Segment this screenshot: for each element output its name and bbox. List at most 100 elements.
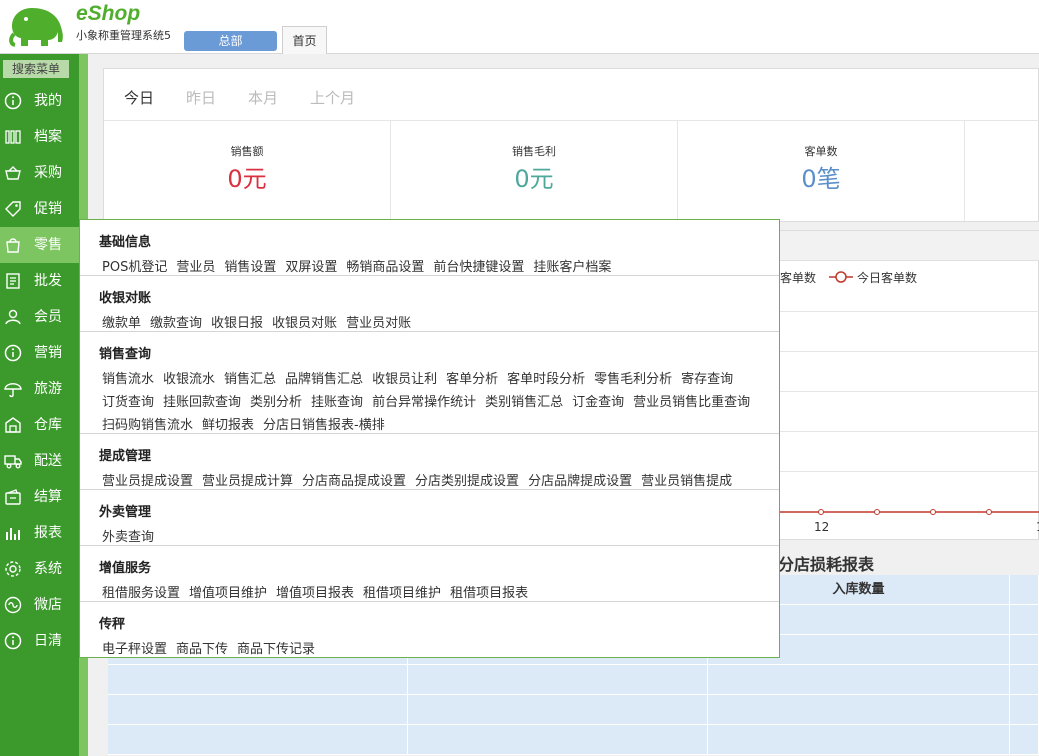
menu-item[interactable]: 扫码购销售流水 bbox=[102, 418, 193, 433]
table-cell bbox=[708, 665, 1010, 695]
menu-item[interactable]: 商品下传 bbox=[176, 642, 228, 657]
menu-item[interactable]: 租借项目报表 bbox=[450, 586, 528, 601]
user-icon bbox=[5, 309, 21, 325]
menu-item[interactable]: 缴款单 bbox=[102, 316, 141, 331]
menu-item[interactable]: 订金查询 bbox=[572, 395, 624, 410]
sidebar-item-0[interactable]: 我的 bbox=[0, 83, 79, 119]
menu-item[interactable]: 营业员销售比重查询 bbox=[633, 395, 750, 410]
info-icon bbox=[4, 92, 22, 110]
sidebar-item-14[interactable]: 微店 bbox=[0, 587, 79, 623]
menu-item[interactable]: 双屏设置 bbox=[285, 260, 337, 275]
menu-item[interactable]: 挂账客户档案 bbox=[533, 260, 611, 275]
stat-value: 0元 bbox=[227, 165, 267, 193]
menu-item[interactable]: 分店日销售报表-横排 bbox=[263, 418, 385, 433]
menu-item[interactable]: 鲜切报表 bbox=[202, 418, 254, 433]
menu-item[interactable]: 畅销商品设置 bbox=[346, 260, 424, 275]
stat-title: 销售额 bbox=[230, 145, 264, 158]
info-icon bbox=[4, 632, 22, 650]
branch-button[interactable]: 总部 bbox=[184, 31, 277, 51]
sidebar-item-9[interactable]: 仓库 bbox=[0, 407, 79, 443]
menu-item[interactable]: 收银员让利 bbox=[372, 372, 437, 387]
menu-item[interactable]: 增值项目报表 bbox=[276, 586, 354, 601]
sidebar-item-13[interactable]: 系统 bbox=[0, 551, 79, 587]
sidebar-item-7[interactable]: 营销 bbox=[0, 335, 79, 371]
app-header: eShop 小象称重管理系统5 总部 首页 bbox=[0, 0, 1039, 55]
bar-chart-icon bbox=[6, 528, 20, 540]
menu-item[interactable]: 营业员对账 bbox=[346, 316, 411, 331]
stat-orders: 客单数 0笔 bbox=[678, 121, 965, 221]
menu-section: 外卖管理 外卖查询 bbox=[80, 490, 779, 546]
sidebar-item-5[interactable]: 批发 bbox=[0, 263, 79, 299]
tab-this-month[interactable]: 本月 bbox=[248, 87, 278, 108]
menu-item[interactable]: 零售毛利分析 bbox=[594, 372, 672, 387]
menu-item[interactable]: 外卖查询 bbox=[102, 530, 154, 545]
menu-item[interactable]: 分店商品提成设置 bbox=[302, 474, 406, 489]
menu-item[interactable]: 缴款查询 bbox=[150, 316, 202, 331]
sidebar-item-label: 档案 bbox=[34, 129, 62, 145]
menu-item[interactable]: 客单分析 bbox=[446, 372, 498, 387]
sidebar-item-8[interactable]: 旅游 bbox=[0, 371, 79, 407]
menu-item[interactable]: 分店类别提成设置 bbox=[415, 474, 519, 489]
sidebar-item-11[interactable]: 结算 bbox=[0, 479, 79, 515]
menu-item[interactable]: 订货查询 bbox=[102, 395, 154, 410]
tab-today[interactable]: 今日 bbox=[124, 87, 154, 108]
menu-section: 基础信息 POS机登记 营业员 销售设置 双屏设置 畅销商品设置 前台快捷键设置 挂账客户档案 bbox=[80, 220, 779, 276]
tab-yesterday[interactable]: 昨日 bbox=[186, 87, 216, 108]
search-menu-button[interactable]: 搜索菜单 bbox=[3, 60, 69, 78]
menu-item[interactable]: 商品下传记录 bbox=[237, 642, 315, 657]
table-cell bbox=[408, 665, 708, 695]
sidebar-item-15[interactable]: 日清 bbox=[0, 623, 79, 659]
sidebar-item-1[interactable]: 档案 bbox=[0, 119, 79, 155]
menu-item[interactable]: 挂账查询 bbox=[311, 395, 363, 410]
menu-item[interactable]: 收银日报 bbox=[211, 316, 263, 331]
menu-item[interactable]: POS机登记 bbox=[102, 260, 167, 275]
menu-item[interactable]: 品牌销售汇总 bbox=[285, 372, 363, 387]
sidebar-item-6[interactable]: 会员 bbox=[0, 299, 79, 335]
menu-item[interactable]: 租借服务设置 bbox=[102, 586, 180, 601]
menu-item[interactable]: 营业员 bbox=[176, 260, 215, 275]
menu-item[interactable]: 分店品牌提成设置 bbox=[528, 474, 632, 489]
table-cell bbox=[708, 725, 1010, 755]
warehouse-icon bbox=[5, 417, 21, 433]
menu-item[interactable]: 类别分析 bbox=[250, 395, 302, 410]
menu-line: 电子秤设置 商品下传 商品下传记录 bbox=[102, 638, 324, 657]
menu-item[interactable]: 前台异常操作统计 bbox=[372, 395, 476, 410]
menu-item[interactable]: 营业员提成设置 bbox=[102, 474, 193, 489]
menu-item[interactable]: 销售汇总 bbox=[224, 372, 276, 387]
menu-item[interactable]: 前台快捷键设置 bbox=[433, 260, 524, 275]
sidebar-item-label: 系统 bbox=[34, 561, 62, 577]
menu-item[interactable]: 增值项目维护 bbox=[189, 586, 267, 601]
menu-item[interactable]: 收银员对账 bbox=[272, 316, 337, 331]
menu-item[interactable]: 销售流水 bbox=[102, 372, 154, 387]
menu-item[interactable]: 租借项目维护 bbox=[363, 586, 441, 601]
sidebar-item-12[interactable]: 报表 bbox=[0, 515, 79, 551]
sidebar-item-label: 营销 bbox=[34, 345, 62, 361]
sidebar-item-10[interactable]: 配送 bbox=[0, 443, 79, 479]
menu-line: 扫码购销售流水 鲜切报表 分店日销售报表-横排 bbox=[102, 414, 394, 433]
tab-home[interactable]: 首页 bbox=[282, 26, 327, 55]
menu-item[interactable]: 挂账回款查询 bbox=[163, 395, 241, 410]
menu-item[interactable]: 营业员提成计算 bbox=[202, 474, 293, 489]
menu-line: 外卖查询 bbox=[102, 526, 163, 545]
menu-item[interactable]: 客单时段分析 bbox=[507, 372, 585, 387]
menu-item[interactable]: 收银流水 bbox=[163, 372, 215, 387]
sales-summary-panel: 今日 昨日 本月 上个月 销售额 0元 销售毛利 0元 客单数 0笔 bbox=[103, 68, 1039, 222]
sidebar-item-label: 微店 bbox=[34, 597, 62, 613]
sidebar-item-4[interactable]: 零售 bbox=[0, 227, 79, 263]
menu-item[interactable]: 销售设置 bbox=[224, 260, 276, 275]
umbrella-icon bbox=[4, 383, 22, 398]
brand-name: eShop bbox=[76, 2, 141, 25]
menu-item[interactable]: 寄存查询 bbox=[681, 372, 733, 387]
date-tabs: 今日 昨日 本月 上个月 bbox=[104, 69, 1039, 121]
sidebar-item-label: 报表 bbox=[34, 525, 62, 541]
menu-section: 提成管理营业员提成设置 营业员提成计算 分店商品提成设置 分店类别提成设置 分店品牌提成… bbox=[80, 434, 779, 490]
store-icon bbox=[4, 596, 22, 614]
menu-section-title: 提成管理 bbox=[99, 449, 152, 464]
menu-item[interactable]: 类别销售汇总 bbox=[485, 395, 563, 410]
sidebar-item-2[interactable]: 采购 bbox=[0, 155, 79, 191]
menu-item[interactable]: 营业员销售提成 bbox=[641, 474, 732, 489]
menu-item[interactable]: 电子秤设置 bbox=[102, 642, 167, 657]
receipt-icon bbox=[6, 273, 20, 289]
tab-last-month[interactable]: 上个月 bbox=[310, 87, 355, 108]
sidebar-item-3[interactable]: 促销 bbox=[0, 191, 79, 227]
